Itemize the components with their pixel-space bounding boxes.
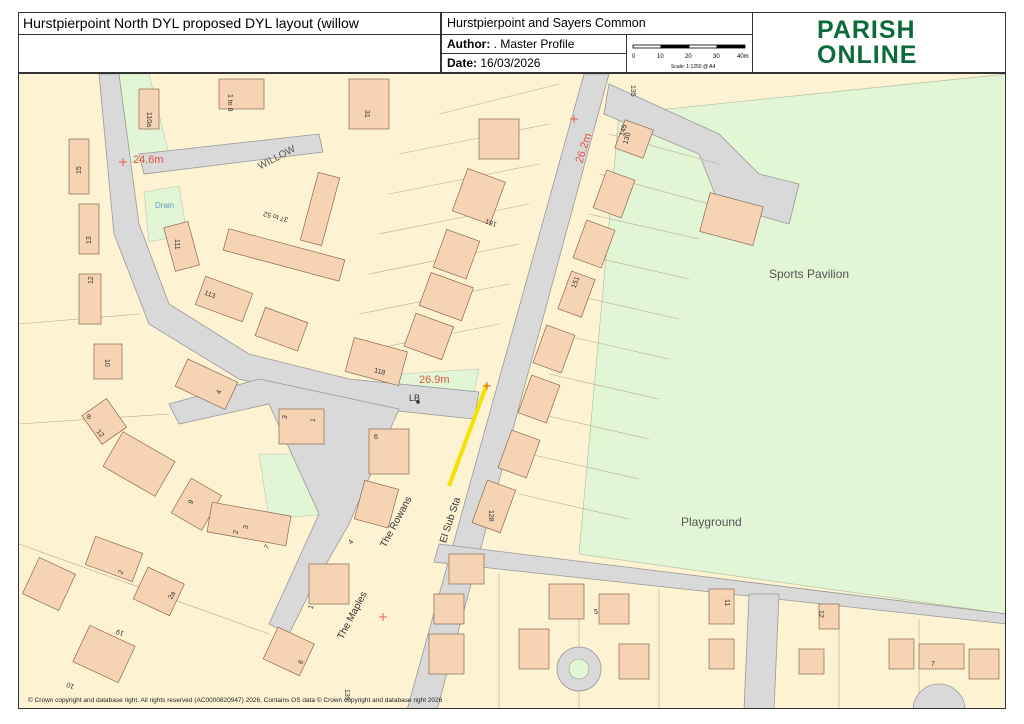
- house-number: 7: [263, 544, 271, 551]
- scale-tick: 10: [657, 54, 664, 60]
- map-title: Hurstpierpoint North DYL proposed DYL la…: [19, 13, 441, 35]
- spot-height-label: 24.6m: [133, 154, 164, 166]
- date-value: 16/03/2026: [480, 56, 541, 70]
- logo-line2: ONLINE: [817, 41, 918, 69]
- title-blank: [19, 35, 441, 73]
- house-number: 8: [87, 414, 91, 421]
- house-number: 10: [103, 359, 110, 367]
- house-number: 5: [594, 609, 598, 616]
- house-number: 1 to 8: [226, 94, 233, 112]
- house-number: 4: [347, 539, 355, 547]
- copyright-text: © Crown copyright and database right. Al…: [28, 697, 443, 704]
- author-value: . Master Profile: [493, 37, 575, 51]
- house-number: 15: [76, 166, 83, 174]
- house-number: 6: [374, 434, 378, 441]
- turning-circle-inner: [568, 658, 590, 680]
- house-number: 10: [66, 680, 76, 689]
- spot-height-label: 26.9m: [419, 374, 450, 386]
- sports-pavilion-label: Sports Pavilion: [769, 267, 849, 281]
- house-number: 135: [629, 85, 636, 97]
- scale-text: Scale: 1:1250 @ A4: [671, 64, 715, 70]
- date-row: Date: 16/03/2026: [441, 54, 627, 73]
- drain-label: Drain: [155, 201, 174, 210]
- house-number: 11: [723, 599, 730, 606]
- date-label: Date:: [447, 56, 478, 70]
- scale-bar: 0 10 20 30 40m Scale: 1:1250 @ A4: [627, 35, 753, 73]
- house-number: 161: [484, 217, 497, 228]
- house-number: 31: [363, 110, 370, 118]
- author-row: Author: . Master Profile: [441, 35, 627, 54]
- house-number: 7: [931, 661, 935, 668]
- author-label: Author:: [447, 37, 491, 51]
- title-block: Hurstpierpoint North DYL proposed DYL la…: [18, 12, 1006, 73]
- parish-name: Hurstpierpoint and Sayers Common: [441, 13, 753, 35]
- scale-tick: 30: [713, 54, 720, 60]
- house-number: 13: [86, 236, 93, 244]
- scale-tick: 20: [685, 54, 692, 60]
- house-number: 37 to 52: [263, 209, 289, 222]
- house-number: 128: [487, 510, 494, 522]
- turning-circle-2: [912, 683, 966, 708]
- house-number: 110a: [145, 112, 152, 127]
- house-number: 19: [115, 627, 125, 636]
- lb-label: LB: [409, 393, 420, 403]
- house-number: 12: [817, 610, 824, 618]
- playground-label: Playground: [681, 515, 742, 529]
- cul-de-sac: [743, 593, 780, 708]
- house-number: 12: [88, 276, 95, 284]
- house-number: 111: [173, 239, 180, 250]
- scale-tick: 0: [632, 54, 636, 60]
- parish-online-logo: PARISH ONLINE: [753, 13, 1006, 73]
- house-number: 1: [307, 604, 315, 610]
- scale-tick: 40m: [737, 54, 749, 60]
- map-canvas[interactable]: Sports Pavilion Playground WILLOW El Sub…: [18, 73, 1006, 709]
- map-svg[interactable]: Sports Pavilion Playground WILLOW El Sub…: [19, 74, 1006, 709]
